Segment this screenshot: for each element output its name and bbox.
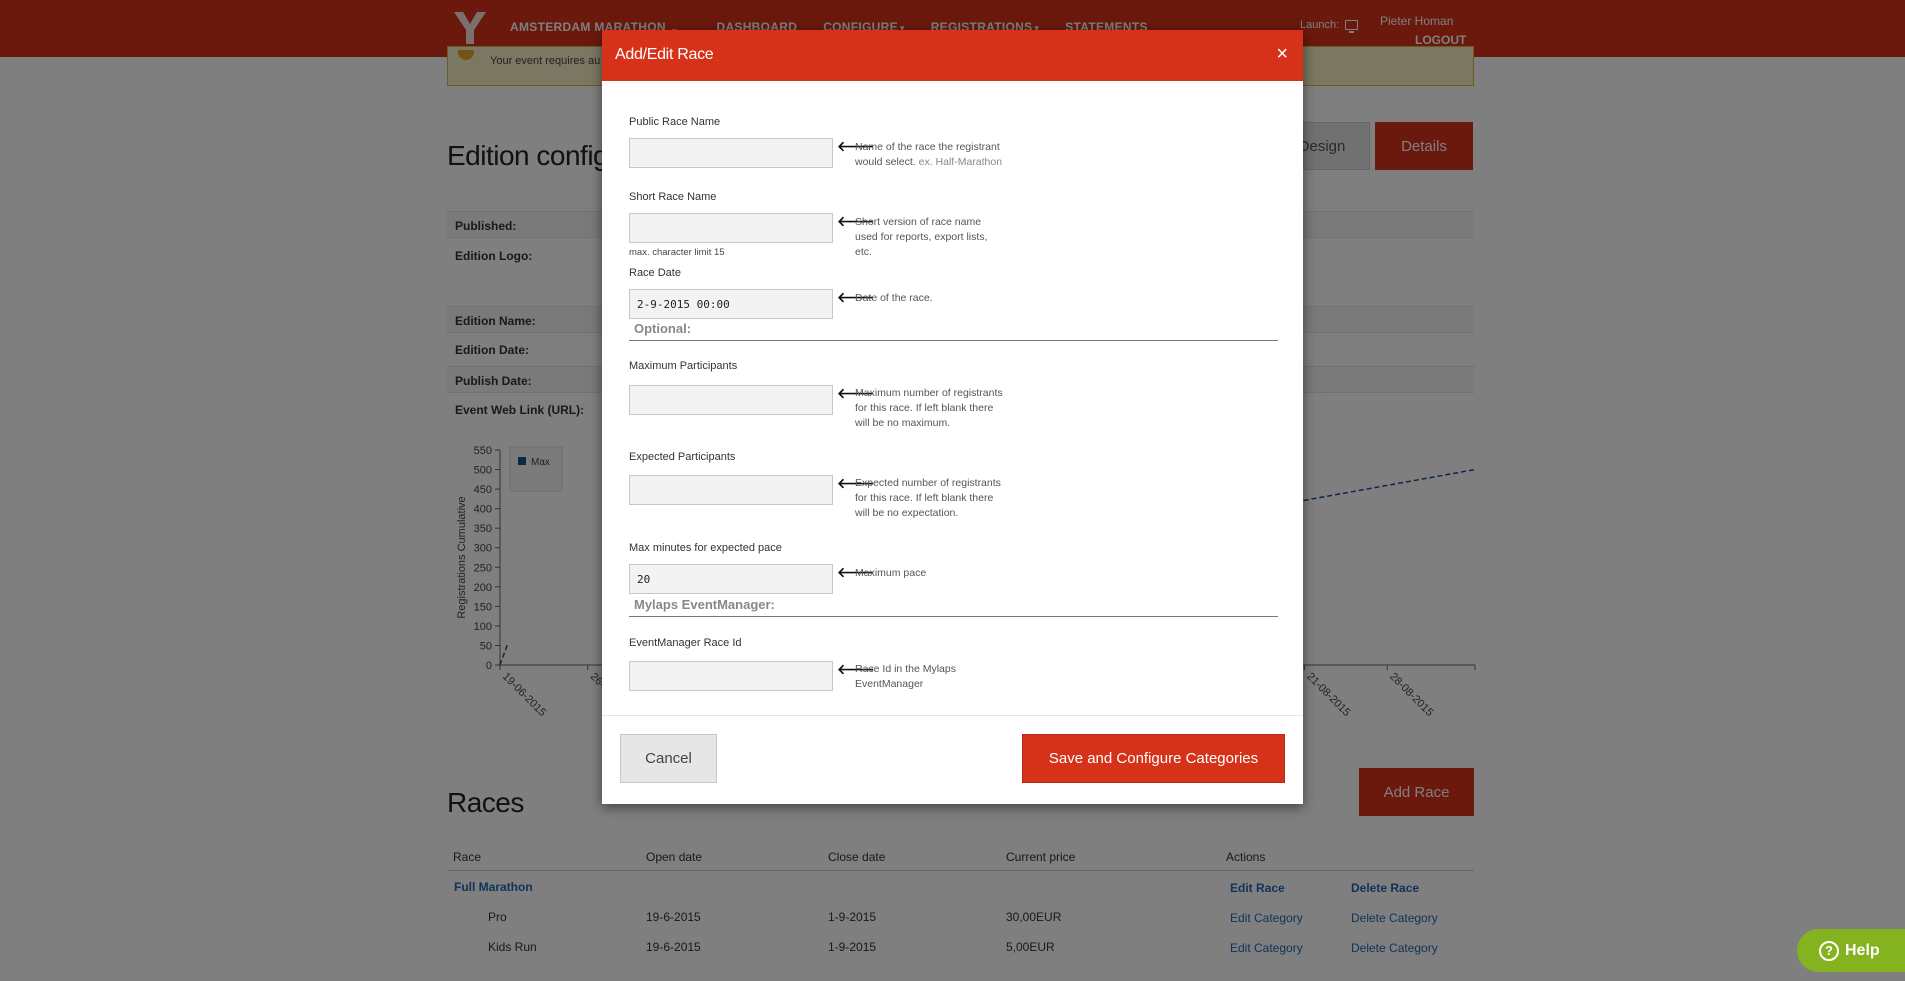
- max-minutes-pace-help: Maximum pace: [855, 567, 927, 579]
- help-button[interactable]: ? Help: [1797, 929, 1905, 972]
- max-participants-help: Maximum number of registrants for this r…: [855, 387, 1003, 429]
- max-minutes-pace-input[interactable]: [629, 564, 833, 594]
- race-date-input[interactable]: [629, 289, 833, 319]
- expected-participants-label: Expected Participants: [629, 451, 736, 463]
- short-race-name-label: Short Race Name: [629, 191, 717, 203]
- eventmanager-race-id-input[interactable]: [629, 661, 833, 691]
- section-divider: [629, 616, 1278, 617]
- eventmanager-race-id-label: EventManager Race Id: [629, 637, 742, 649]
- section-divider: [629, 340, 1278, 341]
- save-and-configure-categories-button[interactable]: Save and Configure Categories: [1022, 734, 1285, 783]
- optional-section-title: Optional:: [634, 321, 692, 336]
- max-minutes-pace-label: Max minutes for expected pace: [629, 542, 782, 554]
- dialog-header: Add/Edit Race ×: [602, 30, 1303, 81]
- add-edit-race-dialog: Add/Edit Race × Public Race Name 🡐 Name …: [602, 30, 1303, 804]
- public-race-name-label: Public Race Name: [629, 116, 721, 128]
- question-mark-icon: ?: [1819, 940, 1839, 961]
- short-race-name-help: Short version of race name used for repo…: [855, 216, 988, 258]
- race-date-help: Date of the race.: [855, 292, 933, 304]
- expected-participants-help: Expected number of registrants for this …: [855, 477, 1001, 519]
- cancel-button[interactable]: Cancel: [620, 734, 717, 783]
- dialog-title: Add/Edit Race: [615, 46, 714, 63]
- dialog-footer-divider: [602, 715, 1303, 716]
- close-icon[interactable]: ×: [1276, 44, 1288, 64]
- short-race-name-input[interactable]: [629, 213, 833, 243]
- mylaps-section-title: Mylaps EventManager:: [634, 597, 775, 612]
- character-limit-hint: max. character limit 15: [629, 247, 725, 258]
- max-participants-label: Maximum Participants: [629, 360, 738, 372]
- public-race-name-help: Name of the race the registrant would se…: [855, 140, 1005, 170]
- max-participants-input[interactable]: [629, 385, 833, 415]
- public-race-name-input[interactable]: [629, 138, 833, 168]
- eventmanager-race-id-help: Race Id in the Mylaps EventManager: [855, 663, 956, 690]
- help-example: ex. Half-Marathon: [918, 156, 1003, 168]
- help-label: Help: [1845, 941, 1880, 959]
- expected-participants-input[interactable]: [629, 475, 833, 505]
- race-date-label: Race Date: [629, 267, 681, 279]
